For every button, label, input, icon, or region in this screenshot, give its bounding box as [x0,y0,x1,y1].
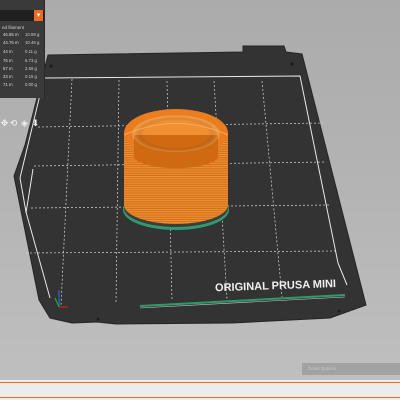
detail-options-button[interactable]: Detail Options [302,363,400,375]
move-icon[interactable]: ✥ [0,119,9,128]
legend-row: 76 m 6.73 g [3,58,37,63]
bottom-status-strip [0,380,400,400]
printed-ring[interactable] [123,109,229,230]
export-icon[interactable]: ⬇ [31,119,40,128]
accent-divider [0,382,400,383]
legend-header: ed filament [2,25,25,30]
legend-row: 46.55 m 10.59 g [3,32,40,37]
chevron-down-icon[interactable]: ▾ [34,10,43,21]
filament-legend-panel: ▾ ed filament 46.55 m 10.59 g 44.76 m 10… [0,0,45,98]
scene-canvas: ORIGINAL PRUSA MINI [13,45,367,325]
legend-row: 44 m 0.11 g [3,49,37,54]
legend-row: 71 m 0.00 g [3,82,37,87]
accent-divider [0,397,400,398]
legend-row: 57 m 2.59 g [3,66,37,71]
cube-icon[interactable]: ◈ [20,119,29,128]
3d-viewport[interactable]: ORIGINAL PRUSA MINI [0,0,400,380]
view-type-dropdown[interactable]: ▾ [0,10,44,21]
legend-row: 33 m 0.15 g [3,74,37,79]
rotate-icon[interactable]: ⟲ [9,119,18,128]
legend-row: 44.76 m 10.46 g [3,40,40,45]
